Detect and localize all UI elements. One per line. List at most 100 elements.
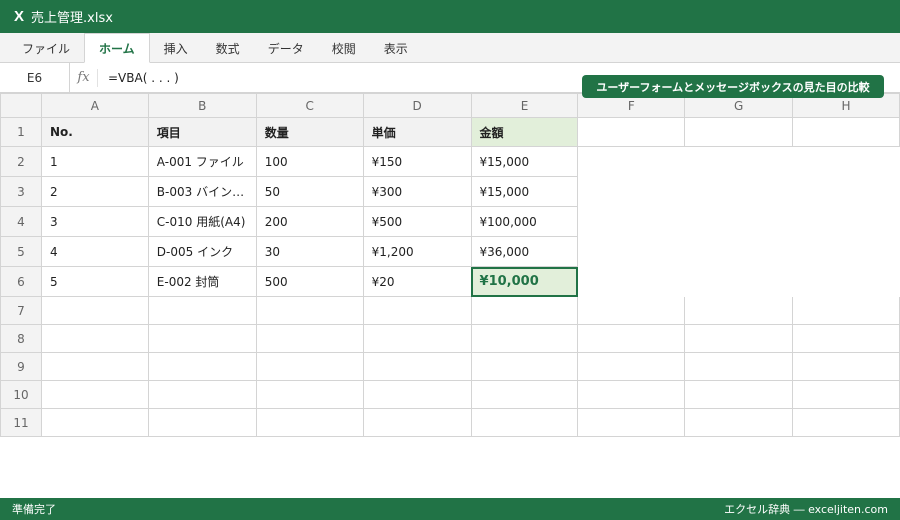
cell[interactable]: 2 xyxy=(40,176,149,207)
cell[interactable] xyxy=(685,147,793,177)
cell[interactable] xyxy=(255,296,364,325)
cell[interactable]: 1 xyxy=(40,146,149,177)
cell[interactable] xyxy=(255,352,364,381)
cell[interactable]: C-010 用紙(A4) xyxy=(147,206,257,237)
cell[interactable] xyxy=(684,352,794,381)
cell[interactable] xyxy=(684,324,794,353)
cell[interactable]: ¥15,000 xyxy=(470,176,579,207)
cell[interactable] xyxy=(684,380,794,409)
cell[interactable] xyxy=(577,176,685,207)
cell[interactable] xyxy=(685,267,793,297)
column-header-d[interactable]: D xyxy=(362,93,472,118)
row-header[interactable]: 8 xyxy=(0,324,42,353)
cell[interactable] xyxy=(470,296,579,325)
row-header[interactable]: 10 xyxy=(0,380,42,409)
cell[interactable]: 4 xyxy=(40,236,149,267)
cell[interactable] xyxy=(362,296,472,325)
cell[interactable]: ¥20 xyxy=(362,266,472,297)
row-header[interactable]: 9 xyxy=(0,352,42,381)
cell[interactable]: 3 xyxy=(40,206,149,237)
cell[interactable] xyxy=(362,380,472,409)
header-cell-item[interactable]: 項目 xyxy=(147,117,257,147)
header-cell-amount[interactable]: 金額 xyxy=(470,117,579,147)
tab-home[interactable]: ホーム xyxy=(84,33,150,63)
cell[interactable] xyxy=(577,408,686,437)
cell[interactable]: E-002 封筒 xyxy=(147,266,257,297)
cell[interactable] xyxy=(255,324,364,353)
row-header[interactable]: 5 xyxy=(0,236,42,267)
cell[interactable]: A-001 ファイル xyxy=(147,146,257,177)
cell[interactable]: ¥1,200 xyxy=(362,236,472,267)
tab-insert[interactable]: 挿入 xyxy=(150,34,202,62)
cell[interactable] xyxy=(577,146,685,177)
cell[interactable] xyxy=(40,296,149,325)
cell[interactable] xyxy=(684,296,794,325)
cell[interactable]: ¥500 xyxy=(362,206,472,237)
cell[interactable] xyxy=(147,380,257,409)
tab-view[interactable]: 表示 xyxy=(370,34,422,62)
cell[interactable] xyxy=(147,352,257,381)
cell[interactable] xyxy=(793,177,900,207)
column-header-c[interactable]: C xyxy=(255,93,364,118)
cell[interactable] xyxy=(577,266,685,297)
cell[interactable] xyxy=(255,408,364,437)
cell[interactable] xyxy=(685,207,793,237)
cell[interactable]: ¥36,000 xyxy=(470,236,579,267)
cell[interactable]: 100 xyxy=(255,146,364,177)
select-all-corner[interactable] xyxy=(0,93,42,118)
cell[interactable]: 30 xyxy=(255,236,364,267)
active-cell-e6[interactable]: ¥10,000 xyxy=(470,266,579,297)
row-header[interactable]: 1 xyxy=(0,117,42,147)
cell[interactable] xyxy=(40,324,149,353)
row-header[interactable]: 3 xyxy=(0,176,42,207)
cell[interactable] xyxy=(577,236,685,267)
cell[interactable] xyxy=(577,117,686,147)
tab-file[interactable]: ファイル xyxy=(8,34,84,62)
cell[interactable] xyxy=(577,296,686,325)
cell[interactable] xyxy=(362,408,472,437)
cell[interactable]: ¥300 xyxy=(362,176,472,207)
cell[interactable]: B-003 バイン… xyxy=(147,176,257,207)
cell[interactable]: 5 xyxy=(40,266,149,297)
cell[interactable] xyxy=(40,408,149,437)
cell[interactable] xyxy=(685,237,793,267)
cell[interactable] xyxy=(577,324,686,353)
cell[interactable] xyxy=(792,296,900,325)
row-header[interactable]: 7 xyxy=(0,296,42,325)
column-header-b[interactable]: B xyxy=(147,93,257,118)
cell[interactable] xyxy=(147,408,257,437)
row-header[interactable]: 4 xyxy=(0,206,42,237)
cell[interactable] xyxy=(470,352,579,381)
cell[interactable] xyxy=(684,117,794,147)
cell[interactable] xyxy=(362,352,472,381)
cell[interactable] xyxy=(792,352,900,381)
row-header[interactable]: 2 xyxy=(0,146,42,177)
cell[interactable]: ¥15,000 xyxy=(470,146,579,177)
header-cell-unit-price[interactable]: 単価 xyxy=(362,117,472,147)
cell[interactable]: ¥150 xyxy=(362,146,472,177)
fx-icon[interactable]: fx xyxy=(70,68,98,87)
tab-review[interactable]: 校閲 xyxy=(318,34,370,62)
cell[interactable] xyxy=(793,237,900,267)
cell[interactable] xyxy=(685,177,793,207)
cell[interactable] xyxy=(470,324,579,353)
name-box[interactable]: E6 xyxy=(0,63,70,92)
cell[interactable] xyxy=(793,207,900,237)
cell[interactable] xyxy=(577,352,686,381)
cell[interactable] xyxy=(577,206,685,237)
cell[interactable] xyxy=(255,380,364,409)
cell[interactable] xyxy=(792,117,900,147)
cell[interactable] xyxy=(577,380,686,409)
column-header-a[interactable]: A xyxy=(40,93,149,118)
cell[interactable] xyxy=(362,324,472,353)
header-cell-no[interactable]: No. xyxy=(40,117,149,147)
cell[interactable] xyxy=(147,296,257,325)
cell[interactable]: 200 xyxy=(255,206,364,237)
cell[interactable] xyxy=(792,324,900,353)
row-header[interactable]: 6 xyxy=(0,266,42,297)
header-cell-quantity[interactable]: 数量 xyxy=(255,117,364,147)
cell[interactable]: 500 xyxy=(255,266,364,297)
cell[interactable] xyxy=(684,408,794,437)
cell[interactable] xyxy=(147,324,257,353)
cell[interactable]: ¥100,000 xyxy=(470,206,579,237)
